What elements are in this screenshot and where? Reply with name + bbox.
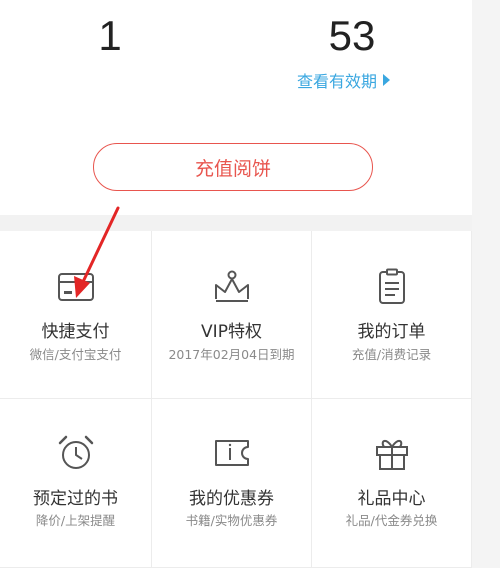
wallet-page: 1 53 查看有效期 充值阅饼 快捷支付 微信/支付宝支付 VIP特权 2017… [0,0,500,568]
grid-item-sub: 书籍/实物优惠券 [185,513,278,528]
grid-item-orders[interactable]: 我的订单 充值/消费记录 [312,231,472,399]
grid-item-sub: 礼品/代金券兑换 [345,513,438,528]
grid-item-sub: 充值/消费记录 [351,347,432,362]
grid-item-sub: 微信/支付宝支付 [29,347,122,362]
grid-item-vip[interactable]: VIP特权 2017年02月04日到期 [152,231,312,399]
grid-item-coupons[interactable]: 我的优惠券 书籍/实物优惠券 [152,399,312,568]
recharge-button[interactable]: 充值阅饼 [93,143,373,191]
grid-item-title: 快捷支付 [41,322,110,342]
grid-item-title: 预定过的书 [33,489,118,509]
clipboard-icon [378,268,405,304]
right-edge-strip [472,0,500,568]
triangle-right-icon [383,74,391,86]
feature-grid: 快捷支付 微信/支付宝支付 VIP特权 2017年02月04日到期 我的订单 充 [0,231,472,568]
voucher-count: 53 [328,12,376,59]
grid-item-title: 我的优惠券 [189,489,274,509]
alarm-clock-icon [58,435,93,469]
view-validity-label: 查看有效期 [297,72,378,91]
grid-item-title: VIP特权 [201,322,262,342]
grid-item-title: 我的订单 [357,322,426,342]
grid-item-sub: 降价/上架提醒 [35,513,116,528]
coupon-icon [214,440,249,466]
section-divider [0,215,500,231]
card-icon [57,273,94,301]
grid-item-quick-pay[interactable]: 快捷支付 微信/支付宝支付 [0,231,152,399]
view-validity-link[interactable]: 查看有效期 [297,68,391,92]
balance-count: 1 [98,12,122,59]
grid-item-gift-center[interactable]: 礼品中心 礼品/代金券兑换 [312,399,472,568]
grid-item-title: 礼品中心 [357,489,426,509]
crown-icon [214,270,249,302]
grid-item-reserved-books[interactable]: 预定过的书 降价/上架提醒 [0,399,152,568]
grid-item-sub: 2017年02月04日到期 [168,347,295,362]
gift-icon [375,440,408,470]
balance-stats: 1 53 查看有效期 充值阅饼 [0,0,500,215]
